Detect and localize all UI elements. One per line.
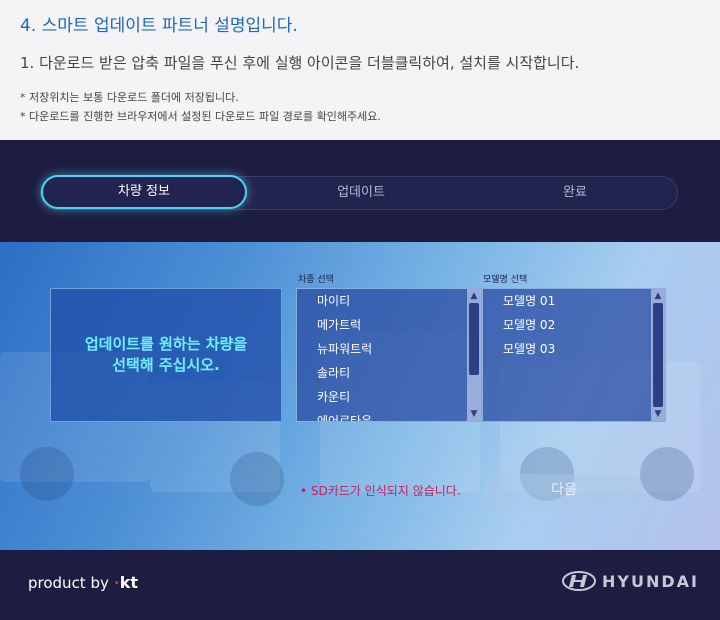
selection-prompt-box: 업데이트를 원하는 차량을 선택해 주십시오. <box>50 288 282 422</box>
list-item[interactable]: 모델명 02 <box>483 313 651 337</box>
product-by-text: product by <box>28 574 109 592</box>
list-item[interactable]: 모델명 01 <box>483 289 651 313</box>
list-item[interactable]: 마이티 <box>297 289 467 313</box>
step-update: 업데이트 <box>337 185 385 200</box>
list-item[interactable]: 카운티 <box>297 385 467 409</box>
background-wheel-shape <box>230 452 284 506</box>
instruction-title: 4. 스마트 업데이트 파트너 설명입니다. <box>20 16 298 36</box>
model-list[interactable]: 모델명 01 모델명 02 모델명 03 ▲ ▼ <box>482 288 666 422</box>
list-item[interactable]: 에어로타운 <box>297 409 467 421</box>
vehicle-type-items: 마이티 메가트럭 뉴파워트럭 솔라티 카운티 에어로타운 <box>297 289 467 421</box>
model-items: 모델명 01 모델명 02 모델명 03 <box>483 289 651 421</box>
list-item[interactable]: 모델명 03 <box>483 337 651 361</box>
update-app-window: 차량 정보 업데이트 완료 업데이트를 원하는 차량을 선택해 주십시오. 차종… <box>0 140 720 620</box>
sd-card-error-message: • SD카드가 인식되지 않습니다. <box>300 484 461 498</box>
vehicle-type-label: 차종 선택 <box>298 275 334 285</box>
vehicle-type-scrollbar[interactable]: ▲ ▼ <box>467 289 481 421</box>
list-item[interactable]: 솔라티 <box>297 361 467 385</box>
step-complete: 완료 <box>563 185 587 200</box>
instruction-note: * 저장위치는 보통 다운로드 폴더에 저장됩니다. <box>20 91 239 104</box>
selection-prompt-text: 업데이트를 원하는 차량을 선택해 주십시오. <box>66 334 266 376</box>
prompt-line: 업데이트를 원하는 차량을 <box>84 335 248 353</box>
list-item[interactable]: 메가트럭 <box>297 313 467 337</box>
background-wheel-shape <box>20 447 74 501</box>
scroll-down-icon[interactable]: ▼ <box>651 408 665 420</box>
instructions-panel: 4. 스마트 업데이트 파트너 설명입니다. 1. 다운로드 받은 압축 파일을… <box>0 0 720 140</box>
next-button[interactable]: 다음 <box>484 474 644 506</box>
step-vehicle-info: 차량 정보 <box>41 175 247 209</box>
hyundai-logo: HYUNDAI <box>562 571 699 591</box>
list-item[interactable]: 뉴파워트럭 <box>297 337 467 361</box>
progress-stepper: 차량 정보 업데이트 완료 <box>40 175 678 210</box>
scroll-up-icon[interactable]: ▲ <box>651 290 665 302</box>
vehicle-type-list[interactable]: 마이티 메가트럭 뉴파워트럭 솔라티 카운티 에어로타운 ▲ ▼ <box>296 288 482 422</box>
prompt-line: 선택해 주십시오. <box>112 356 220 374</box>
scroll-thumb[interactable] <box>653 303 663 407</box>
brand-wordmark: HYUNDAI <box>602 571 699 591</box>
model-label: 모델명 선택 <box>483 275 528 285</box>
instruction-note: * 다운로드를 진행한 브라우저에서 설정된 다운로드 파일 경로를 확인해주세… <box>20 110 381 123</box>
scroll-down-icon[interactable]: ▼ <box>467 408 481 420</box>
model-scrollbar[interactable]: ▲ ▼ <box>651 289 665 421</box>
vehicle-selection-area: 업데이트를 원하는 차량을 선택해 주십시오. 차종 선택 마이티 메가트럭 뉴… <box>0 242 720 550</box>
kt-logo: ·kt <box>113 573 139 592</box>
background-wheel-shape <box>640 447 694 501</box>
scroll-thumb[interactable] <box>469 303 479 375</box>
product-by-credit: product by ·kt <box>28 573 138 592</box>
instruction-description: 1. 다운로드 받은 압축 파일을 푸신 후에 실행 아이콘을 더블클릭하여, … <box>20 54 580 72</box>
scroll-up-icon[interactable]: ▲ <box>467 290 481 302</box>
hyundai-emblem-icon <box>562 571 596 591</box>
